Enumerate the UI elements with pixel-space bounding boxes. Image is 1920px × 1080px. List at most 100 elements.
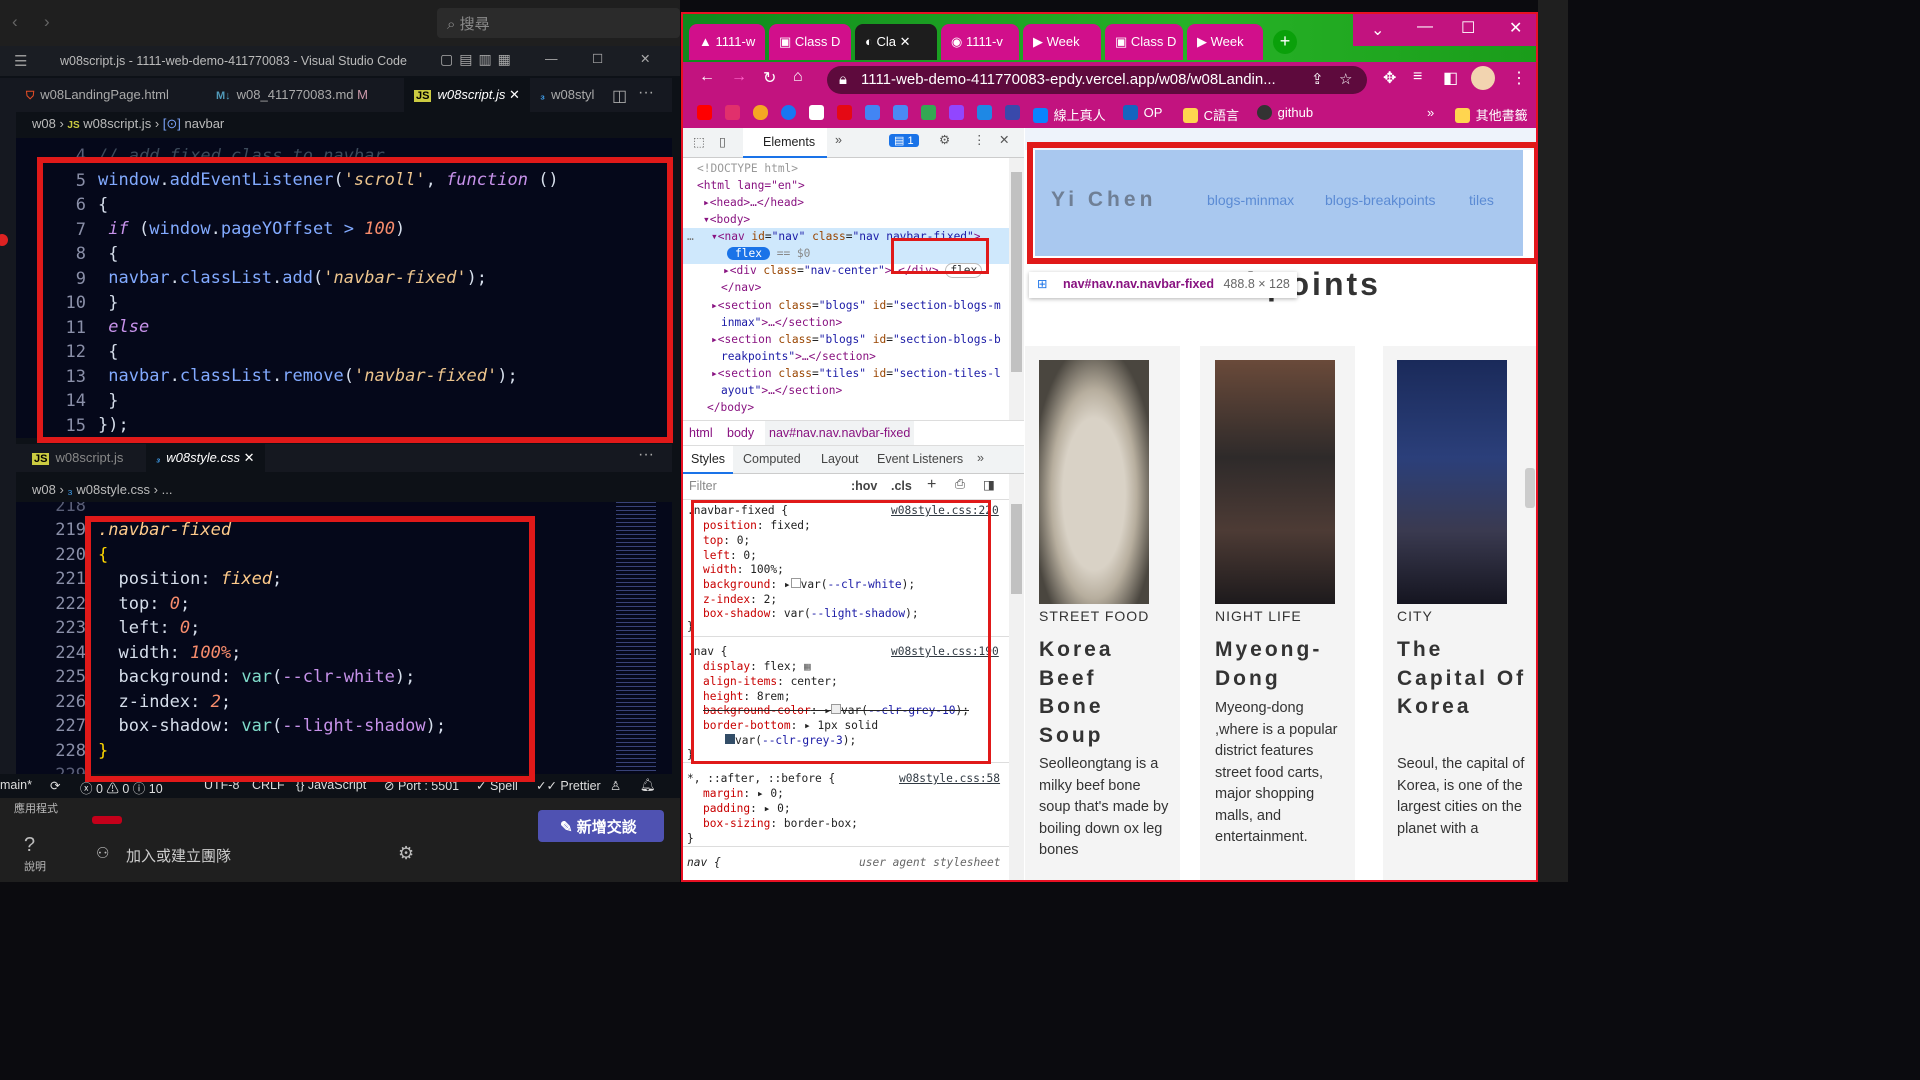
gmail-icon[interactable] xyxy=(809,105,826,120)
browser-tab[interactable]: ◉ 1111-v xyxy=(941,24,1019,60)
bookmark-item[interactable]: github xyxy=(1257,105,1313,120)
menu-kebab-icon[interactable]: ⋮ xyxy=(1511,68,1527,88)
css-declaration[interactable]: padding: ▸ 0; xyxy=(703,802,791,815)
share-icon[interactable]: ⇪ xyxy=(1311,70,1324,88)
split-editor-icon[interactable]: ◫ xyxy=(612,86,627,106)
help-label[interactable]: 說明 xyxy=(24,858,46,874)
twitch-icon[interactable] xyxy=(949,105,966,120)
crumb-nav[interactable]: nav#nav.nav.navbar-fixed xyxy=(765,421,915,445)
sidepanel-icon[interactable]: ◧ xyxy=(1443,68,1458,88)
app-icon[interactable] xyxy=(1005,105,1022,120)
sync-icon[interactable]: ⟳ xyxy=(50,778,60,793)
dom-body[interactable]: ▾<body> xyxy=(703,213,750,226)
dom-scrollbar[interactable] xyxy=(1009,158,1024,420)
page-scrollbar[interactable] xyxy=(1525,468,1535,508)
new-tab-button[interactable]: + xyxy=(1273,30,1297,54)
tab-w08landingpage[interactable]: ⛉ w08LandingPage.html xyxy=(16,78,179,112)
device-toggle-icon[interactable]: ▯ xyxy=(719,134,726,149)
netflix-icon[interactable] xyxy=(837,105,854,120)
close-tab-icon[interactable]: ✕ xyxy=(244,450,255,465)
bell-icon[interactable]: 🔔︎ xyxy=(640,778,656,793)
bookmark-icon[interactable] xyxy=(753,105,770,120)
close-tab-icon[interactable]: ✕ xyxy=(509,87,520,102)
subtab-styles[interactable]: Styles xyxy=(683,446,734,474)
tab-w08-md[interactable]: M↓ w08_411770083.md M xyxy=(206,78,378,112)
blog-card[interactable]: STREET FOOD Korea Beef Bone Soup Seolleo… xyxy=(1025,346,1180,880)
settings-gear-icon[interactable]: ⚙ xyxy=(398,843,414,864)
crumb-html[interactable]: html xyxy=(689,426,713,440)
new-chat-button[interactable]: ✎ 新增交談 xyxy=(538,810,664,842)
extensions-icon[interactable]: ✥ xyxy=(1383,68,1396,88)
blog-card[interactable]: NIGHT LIFE Myeong-Dong Myeong-dong ,wher… xyxy=(1200,346,1355,880)
tab-w08style[interactable]: ₃ w08styl xyxy=(530,78,604,112)
breadcrumb-symbol[interactable]: navbar xyxy=(185,116,225,131)
more-actions-icon[interactable]: ··· xyxy=(638,446,654,464)
browser-tab-active[interactable]: ◐ Cla ✕ xyxy=(855,24,937,60)
blog-card[interactable]: CITY The Capital Of Korea Seoul, the cap… xyxy=(1383,346,1536,880)
subtab-layout[interactable]: Layout xyxy=(821,452,859,466)
browser-tab[interactable]: ▶ Week xyxy=(1023,24,1101,60)
prettier-status[interactable]: ✓✓ Prettier xyxy=(536,778,601,793)
dom-section[interactable]: ▸<section class="blogs" id="section-blog… xyxy=(711,299,1001,312)
tab-w08script[interactable]: JS w08script.js ✕ xyxy=(404,78,530,112)
computed-styles-icon[interactable]: ⎙ xyxy=(955,477,965,492)
docs-icon[interactable] xyxy=(865,105,882,120)
dom-body-close[interactable]: </body> xyxy=(707,401,754,414)
dom-head[interactable]: ▸<head>…</head> xyxy=(703,196,804,209)
filter-input[interactable]: Filter xyxy=(689,479,717,493)
sidebar-toggle-icon[interactable]: ◨ xyxy=(983,477,995,492)
reload-icon[interactable]: ↻ xyxy=(763,68,776,88)
back-arrow-icon[interactable]: ‹ xyxy=(12,12,18,32)
issues-badge[interactable]: ▤ 1 xyxy=(889,134,919,147)
maximize-icon[interactable]: ☐ xyxy=(1461,18,1475,38)
close-icon[interactable]: ✕ xyxy=(640,51,650,66)
breadcrumb-more[interactable]: ... xyxy=(162,482,173,497)
help-icon[interactable]: ? xyxy=(24,834,35,857)
join-team-link[interactable]: 加入或建立團隊 xyxy=(126,845,231,866)
more-tabs-icon[interactable]: » xyxy=(835,133,842,147)
youtube-icon[interactable] xyxy=(697,105,714,120)
close-icon[interactable]: ✕ xyxy=(1509,18,1522,38)
tab-elements[interactable]: Elements xyxy=(743,128,827,158)
flex-badge[interactable]: flex xyxy=(727,247,770,260)
breadcrumb-folder[interactable]: w08 xyxy=(32,116,56,131)
home-icon[interactable]: ⌂ xyxy=(793,68,803,86)
dom-html[interactable]: <html lang="en"> xyxy=(697,179,805,192)
more-subtabs-icon[interactable]: » xyxy=(977,451,984,465)
subtab-computed[interactable]: Computed xyxy=(743,452,801,466)
apps-label[interactable]: 應用程式 xyxy=(14,800,58,816)
settings-gear-icon[interactable]: ⚙ xyxy=(939,132,950,147)
cls-toggle[interactable]: .cls xyxy=(891,479,912,493)
menu-icon[interactable]: ☰ xyxy=(14,52,27,70)
drive-icon[interactable] xyxy=(921,105,938,120)
forward-arrow-icon[interactable]: › xyxy=(44,12,50,32)
breadcrumb-folder[interactable]: w08 xyxy=(32,482,56,497)
browser-tab[interactable]: ▣ Class D xyxy=(1105,24,1183,60)
tab-w08script-lower[interactable]: JS w08script.js xyxy=(26,444,129,472)
minimap[interactable] xyxy=(616,502,656,774)
minimize-icon[interactable]: — xyxy=(545,52,558,66)
browser-tab[interactable]: ▣ Class D xyxy=(769,24,851,60)
crumb-body[interactable]: body xyxy=(727,426,754,440)
other-bookmarks[interactable]: 其他書籤 xyxy=(1455,105,1528,124)
translate-icon[interactable] xyxy=(893,105,910,120)
kebab-menu-icon[interactable]: ⋮ xyxy=(973,132,986,147)
instagram-icon[interactable] xyxy=(725,105,742,120)
bookmark-star-icon[interactable]: ☆ xyxy=(1339,70,1352,88)
feedback-icon[interactable]: ♙ xyxy=(610,778,621,793)
bookmark-item[interactable]: OP xyxy=(1123,105,1162,120)
browser-tab[interactable]: ▲ 1111-w xyxy=(689,24,765,60)
address-bar[interactable]: 🔒︎ 1111-web-demo-411770083-epdy.vercel.a… xyxy=(827,66,1367,94)
rule-selector[interactable]: nav { xyxy=(687,856,721,869)
minimize-icon[interactable]: — xyxy=(1417,18,1433,36)
close-devtools-icon[interactable]: ✕ xyxy=(999,132,1009,147)
dom-nav-close[interactable]: </nav> xyxy=(721,281,761,294)
dom-doctype[interactable]: <!DOCTYPE html> xyxy=(697,162,798,175)
facebook-icon[interactable] xyxy=(781,105,798,120)
more-bookmarks-icon[interactable]: » xyxy=(1427,105,1434,120)
rule-selector[interactable]: *, ::after, ::before { xyxy=(687,772,835,785)
back-icon[interactable]: ← xyxy=(699,68,715,86)
bookmark-item[interactable]: 線上真人 xyxy=(1033,105,1106,124)
layout-toggle-icons[interactable]: ▢▤▥▦ xyxy=(440,51,517,68)
styles-scrollbar[interactable] xyxy=(1009,474,1024,880)
